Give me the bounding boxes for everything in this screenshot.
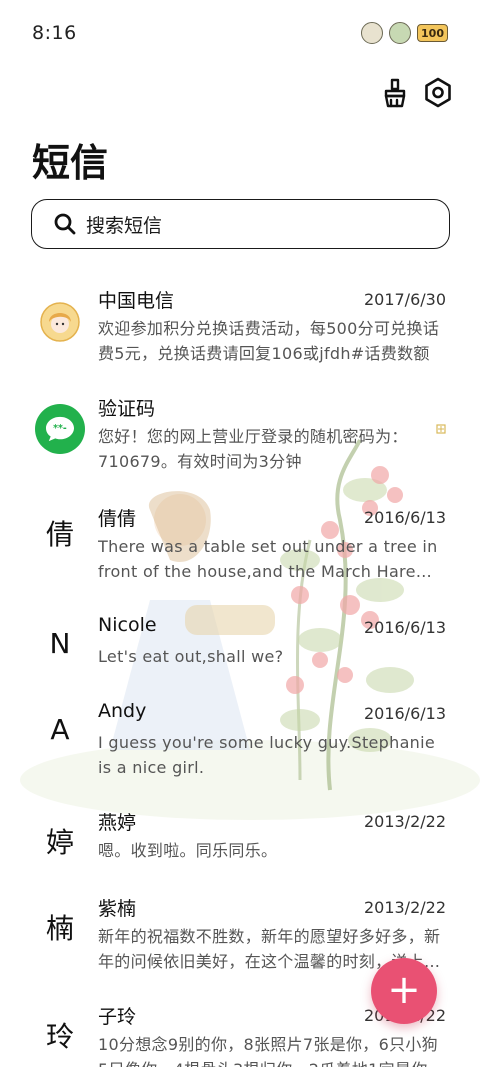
avatar: 玲 <box>33 1008 87 1062</box>
avatar: N <box>33 616 87 670</box>
new-message-button[interactable]: + <box>371 958 437 1024</box>
conversation-snippet: 10分想念9别的你，8张照片7张是你，6只小狗5只像你，4根骨头3根归你，2爪着… <box>98 1035 438 1067</box>
search-input[interactable]: 搜索短信 <box>31 199 450 249</box>
conversation-date: 2016/6/13 <box>363 704 446 723</box>
message-bubble-icon: **- <box>35 404 85 454</box>
status-icons: 100 <box>361 22 448 44</box>
search-placeholder: 搜索短信 <box>86 214 163 237</box>
plus-icon: + <box>387 966 421 1013</box>
search-icon <box>54 213 76 235</box>
avatar: **- <box>33 402 87 456</box>
status-time: 8:16 <box>32 22 77 44</box>
gear-icon[interactable] <box>421 76 455 110</box>
conversation-snippet: There was a table set out under a tree i… <box>98 537 438 581</box>
conversation-name: 子玲 <box>98 1006 137 1028</box>
conversation-snippet: 您好！您的网上营业厅登录的随机密码为：710679。有效时间为3分钟 <box>98 427 408 471</box>
conversation-date: 2016/6/13 <box>363 618 446 637</box>
avatar <box>33 295 87 349</box>
avatar: 楠 <box>33 900 87 954</box>
messages-screen: 8:16 100 短信 搜索短信 中国电信 2017/6/30 欢迎参加积分兑换… <box>0 0 480 1067</box>
avatar: A <box>33 702 87 756</box>
conversation-name: Nicole <box>98 614 157 636</box>
status-bar: 8:16 100 <box>0 0 480 68</box>
conversation-snippet: Let's eat out,shall we? <box>98 647 284 666</box>
conversation-name: 中国电信 <box>98 290 175 312</box>
conversation-name: Andy <box>98 700 147 722</box>
avatar-letter: A <box>50 712 70 746</box>
avatar: 倩 <box>33 506 87 560</box>
conversation-name: 燕婷 <box>98 812 137 834</box>
battery-icon: 100 <box>417 24 448 42</box>
conversation-name: 紫楠 <box>98 898 137 920</box>
avatar-letter: N <box>49 626 71 660</box>
svg-text:**-: **- <box>53 423 67 434</box>
sparkle-icon <box>436 424 446 434</box>
conversation-snippet: 嗯。收到啦。同乐同乐。 <box>98 841 278 860</box>
conversation-date: 2013/2/22 <box>363 898 446 917</box>
avatar-letter: 玲 <box>45 1020 74 1053</box>
conversation-name: 倩倩 <box>98 508 137 530</box>
broom-icon[interactable] <box>378 76 412 110</box>
avatar-image <box>40 302 80 342</box>
avatar-letter: 倩 <box>45 518 74 551</box>
conversation-name: 验证码 <box>98 398 156 420</box>
avatar-letter: 楠 <box>45 912 74 945</box>
status-sticker-icon <box>389 22 412 44</box>
avatar-letter: 婷 <box>45 826 74 859</box>
conversation-date: 2017/6/30 <box>363 290 446 309</box>
conversation-date: 2013/2/22 <box>363 812 446 831</box>
conversation-snippet: I guess you're some lucky guy.Stephanie … <box>98 733 436 777</box>
page-title: 短信 <box>32 141 109 185</box>
status-sticker-icon <box>361 22 384 44</box>
conversation-snippet: 欢迎参加积分兑换话费活动，每500分可兑换话费5元，兑换话费请回复106或jfd… <box>98 319 440 363</box>
conversation-date: 2016/6/13 <box>363 508 446 527</box>
avatar: 婷 <box>33 814 87 868</box>
